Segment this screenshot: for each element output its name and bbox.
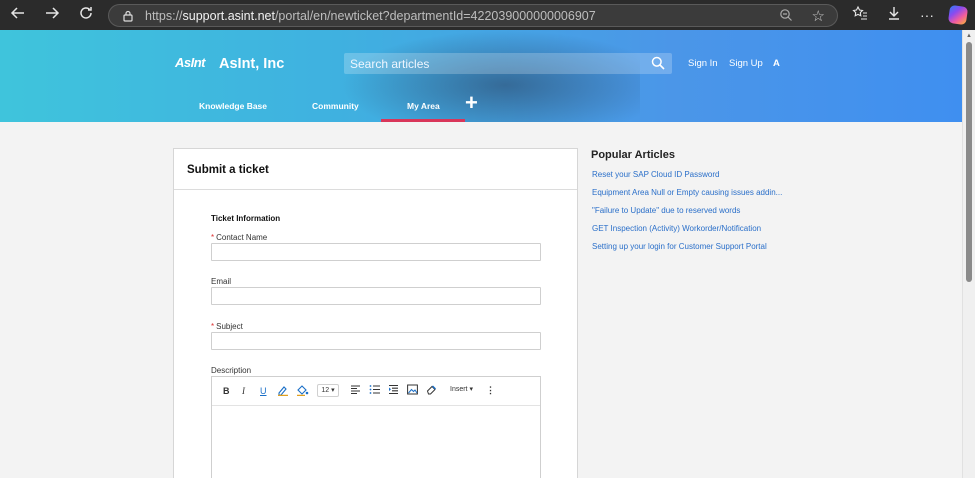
sign-in-link[interactable]: Sign In	[688, 58, 718, 69]
zoom-out-icon[interactable]	[779, 8, 793, 25]
highlight-color-icon[interactable]	[296, 384, 309, 399]
required-mark: *	[211, 233, 215, 242]
email-label: Email	[211, 277, 232, 286]
chevron-down-icon: ▾	[331, 387, 335, 394]
scroll-up-arrow-icon[interactable]: ▲	[966, 33, 972, 39]
active-tab-indicator	[381, 119, 465, 122]
eraser-icon[interactable]	[426, 384, 437, 398]
more-icon[interactable]: ···	[917, 5, 937, 25]
chevron-down-icon: ▾	[469, 386, 473, 393]
search-icon[interactable]	[651, 56, 665, 70]
company-logo[interactable]: AsInt	[175, 55, 206, 70]
bold-button[interactable]: B	[223, 385, 230, 397]
page-title: Submit a ticket	[187, 164, 269, 176]
tab-knowledge-base[interactable]: Knowledge Base	[199, 101, 267, 111]
add-ticket-plus-icon[interactable]: +	[465, 92, 478, 114]
tab-community[interactable]: Community	[312, 101, 359, 111]
submit-ticket-card: Submit a ticket Ticket Information * Cont…	[173, 148, 578, 478]
favorites-list-icon[interactable]	[850, 5, 870, 25]
article-link[interactable]: "Failure to Update" due to reserved word…	[592, 206, 740, 215]
underline-button[interactable]: U	[260, 385, 267, 397]
align-left-icon[interactable]	[350, 384, 361, 398]
text-color-icon[interactable]	[277, 384, 289, 399]
editor-toolbar: B I U 12 ▾ Insert ▾ ⋮	[212, 377, 540, 406]
more-options-icon[interactable]: ⋮	[486, 384, 495, 396]
email-field[interactable]	[211, 287, 541, 305]
search-bar	[344, 53, 672, 74]
url-text: https://support.asint.net/portal/en/newt…	[145, 9, 596, 23]
required-mark: *	[211, 322, 215, 331]
article-link[interactable]: GET Inspection (Activity) Workorder/Noti…	[592, 224, 761, 233]
subject-label: * Subject	[211, 322, 243, 331]
italic-button[interactable]: I	[242, 385, 245, 397]
accessibility-icon[interactable]: A	[773, 58, 780, 69]
forward-icon[interactable]	[42, 5, 62, 25]
company-name[interactable]: AsInt, Inc	[219, 56, 284, 72]
lock-icon[interactable]	[121, 9, 135, 23]
scrollbar-thumb[interactable]	[966, 42, 972, 282]
contact-name-label: * Contact Name	[211, 233, 268, 242]
site-header: AsInt AsInt, Inc Sign In Sign Up A Knowl…	[0, 30, 962, 122]
vertical-scrollbar[interactable]: ▲	[962, 30, 975, 478]
back-icon[interactable]	[8, 5, 28, 25]
description-label: Description	[211, 366, 252, 375]
insert-image-icon[interactable]	[407, 384, 418, 398]
favorite-star-icon[interactable]: ☆	[812, 7, 825, 25]
article-link[interactable]: Setting up your login for Customer Suppo…	[592, 242, 767, 251]
insert-menu-button[interactable]: Insert ▾	[450, 385, 473, 393]
browser-toolbar: https://support.asint.net/portal/en/newt…	[0, 0, 975, 30]
address-bar[interactable]: https://support.asint.net/portal/en/newt…	[108, 4, 838, 27]
article-link[interactable]: Reset your SAP Cloud ID Password	[592, 170, 719, 179]
article-link[interactable]: Equipment Area Null or Empty causing iss…	[592, 188, 782, 197]
sign-up-link[interactable]: Sign Up	[729, 58, 763, 69]
font-size-select[interactable]: 12 ▾	[317, 384, 339, 397]
subject-field[interactable]	[211, 332, 541, 350]
contact-name-field[interactable]	[211, 243, 541, 261]
bullet-list-icon[interactable]	[369, 384, 380, 398]
refresh-icon[interactable]	[76, 5, 96, 25]
tab-my-area[interactable]: My Area	[407, 101, 440, 111]
description-editor[interactable]: B I U 12 ▾ Insert ▾ ⋮	[211, 376, 541, 478]
header-background-photo	[340, 30, 640, 122]
copilot-icon[interactable]	[947, 4, 969, 26]
popular-articles-title: Popular Articles	[591, 149, 675, 161]
divider	[174, 189, 577, 190]
search-input[interactable]	[350, 55, 640, 72]
download-icon[interactable]	[884, 5, 904, 25]
section-title: Ticket Information	[211, 214, 281, 223]
indent-icon[interactable]	[388, 384, 399, 398]
